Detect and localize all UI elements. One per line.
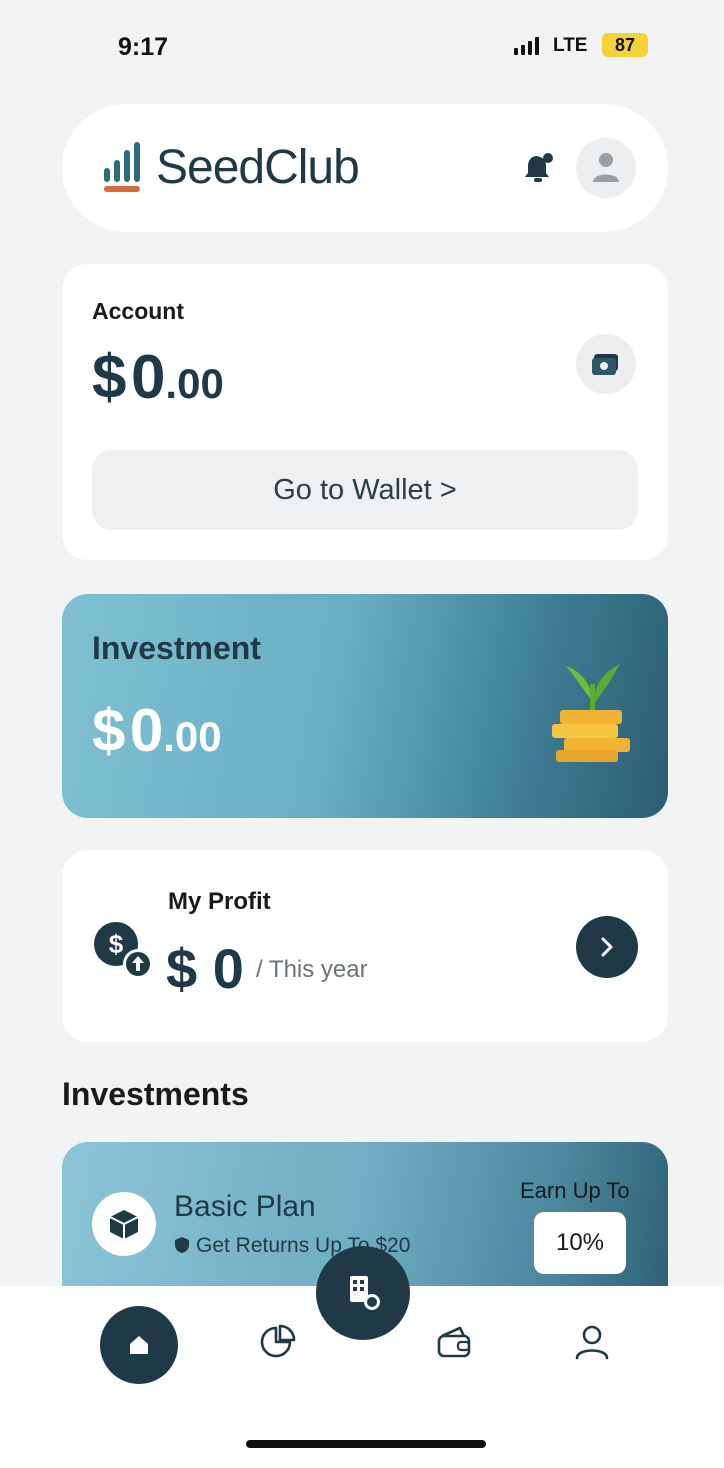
profit-period: / This year bbox=[256, 956, 368, 983]
profit-amount: $ 0 bbox=[166, 937, 244, 1000]
account-card: Account $ 0.00 Go to Wallet > bbox=[62, 264, 668, 560]
investment-balance: $ 0.00 bbox=[92, 696, 222, 765]
investments-section-title: Investments bbox=[62, 1076, 249, 1112]
coin-stack-sprout-icon bbox=[552, 664, 630, 762]
profit-label: My Profit bbox=[168, 888, 271, 915]
app-header: SeedClub bbox=[62, 104, 668, 232]
app-screen: 9:17 LTE 87 SeedClub Account $ 0.00 Go t… bbox=[0, 0, 724, 1468]
plan-name: Basic Plan bbox=[174, 1190, 316, 1223]
chevron-right-icon bbox=[601, 937, 613, 957]
account-amount-cents: .00 bbox=[165, 360, 224, 407]
investment-card[interactable]: Investment $ 0.00 bbox=[62, 594, 668, 818]
cash-icon bbox=[592, 354, 618, 375]
investment-amount-cents: .00 bbox=[163, 713, 222, 760]
wallet-icon[interactable] bbox=[434, 1322, 474, 1362]
account-balance: $ 0.00 bbox=[92, 342, 224, 413]
battery-icon: 87 bbox=[602, 33, 648, 57]
investment-label: Investment bbox=[92, 630, 261, 666]
profit-dollar-icon: $ bbox=[94, 922, 153, 979]
seedclub-logo-icon bbox=[104, 142, 140, 192]
notification-bell-icon[interactable] bbox=[524, 152, 554, 184]
app-name: SeedClub bbox=[156, 141, 360, 194]
account-amount-main: 0 bbox=[130, 343, 166, 412]
status-bar: 9:17 LTE 87 bbox=[0, 0, 724, 90]
plan-box-icon bbox=[92, 1192, 156, 1256]
profile-icon[interactable] bbox=[572, 1322, 612, 1362]
status-time: 9:17 bbox=[118, 33, 169, 61]
earn-label: Earn Up To bbox=[520, 1178, 630, 1203]
home-icon bbox=[130, 1336, 148, 1354]
invest-fab-icon bbox=[350, 1276, 380, 1310]
home-indicator bbox=[246, 1440, 486, 1448]
network-type: LTE bbox=[553, 35, 588, 56]
shield-icon bbox=[175, 1237, 189, 1253]
avatar-icon bbox=[593, 153, 619, 182]
investment-currency: $ bbox=[92, 697, 126, 764]
signal-icon bbox=[514, 37, 539, 55]
account-label: Account bbox=[92, 298, 184, 324]
nav-home-button[interactable] bbox=[100, 1306, 178, 1384]
profile-avatar-button[interactable] bbox=[576, 138, 636, 198]
profit-card: $ My Profit $ 0 / This year bbox=[62, 850, 668, 1042]
wallet-shortcut-button[interactable] bbox=[576, 334, 636, 394]
investment-amount-main: 0 bbox=[129, 697, 164, 764]
nav-invest-fab[interactable] bbox=[316, 1246, 410, 1340]
portfolio-pie-icon[interactable] bbox=[258, 1322, 298, 1362]
earn-rate-badge: 10% bbox=[534, 1212, 626, 1274]
go-to-wallet-button[interactable]: Go to Wallet > bbox=[92, 450, 638, 530]
account-currency: $ bbox=[92, 343, 127, 412]
profit-details-button[interactable] bbox=[576, 916, 638, 978]
svg-text:$: $ bbox=[109, 929, 124, 959]
